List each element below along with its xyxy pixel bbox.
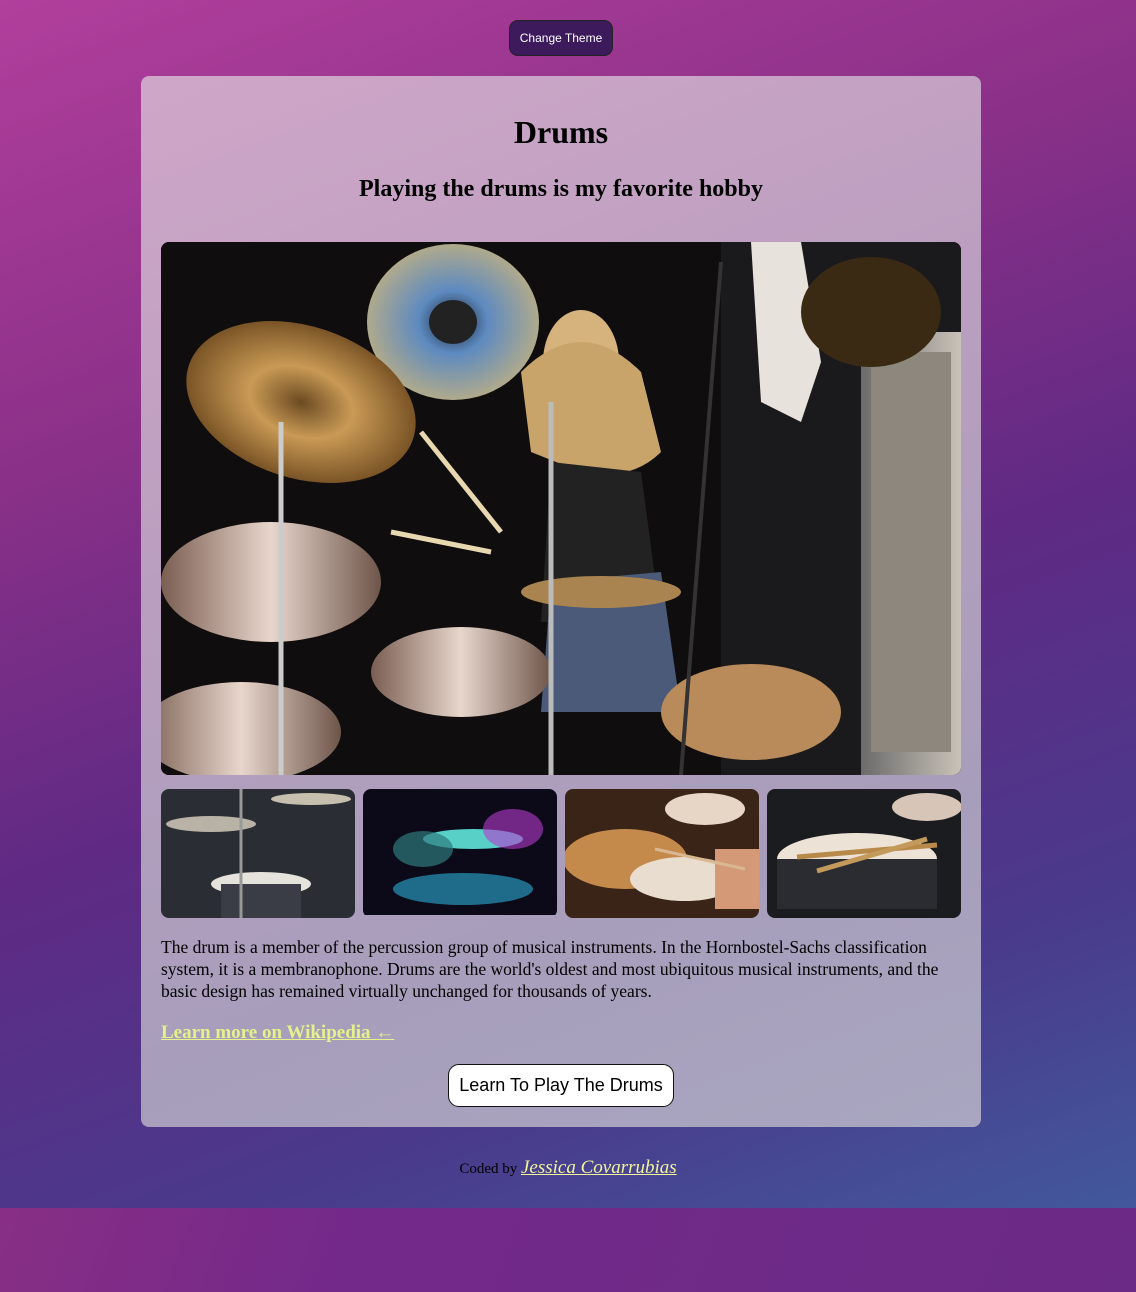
thumbnail-stage-lights-image	[363, 789, 557, 918]
footer: Coded by Jessica Covarrubias	[0, 1157, 1136, 1179]
page-title: Drums	[513, 114, 609, 150]
thumbnail-hands-playing-image	[565, 789, 759, 918]
author-link[interactable]: Jessica Covarrubias	[521, 1157, 677, 1178]
thumbnail-drumsticks-image	[767, 789, 961, 918]
wikipedia-link[interactable]: Learn more on Wikipedia ←	[161, 1022, 394, 1044]
thumbnail-drum-kit-image	[161, 789, 355, 918]
hero-image	[161, 242, 961, 775]
page-subtitle: Playing the drums is my favorite hobby	[358, 176, 763, 202]
content-card: Drums Playing the drums is my favorite h…	[141, 76, 981, 1127]
footer-prefix: Coded by	[459, 1161, 521, 1177]
change-theme-button[interactable]: Change Theme	[509, 20, 613, 56]
description-paragraph: The drum is a member of the percussion g…	[161, 937, 939, 1001]
learn-to-play-button[interactable]: Learn To Play The Drums	[448, 1064, 674, 1107]
